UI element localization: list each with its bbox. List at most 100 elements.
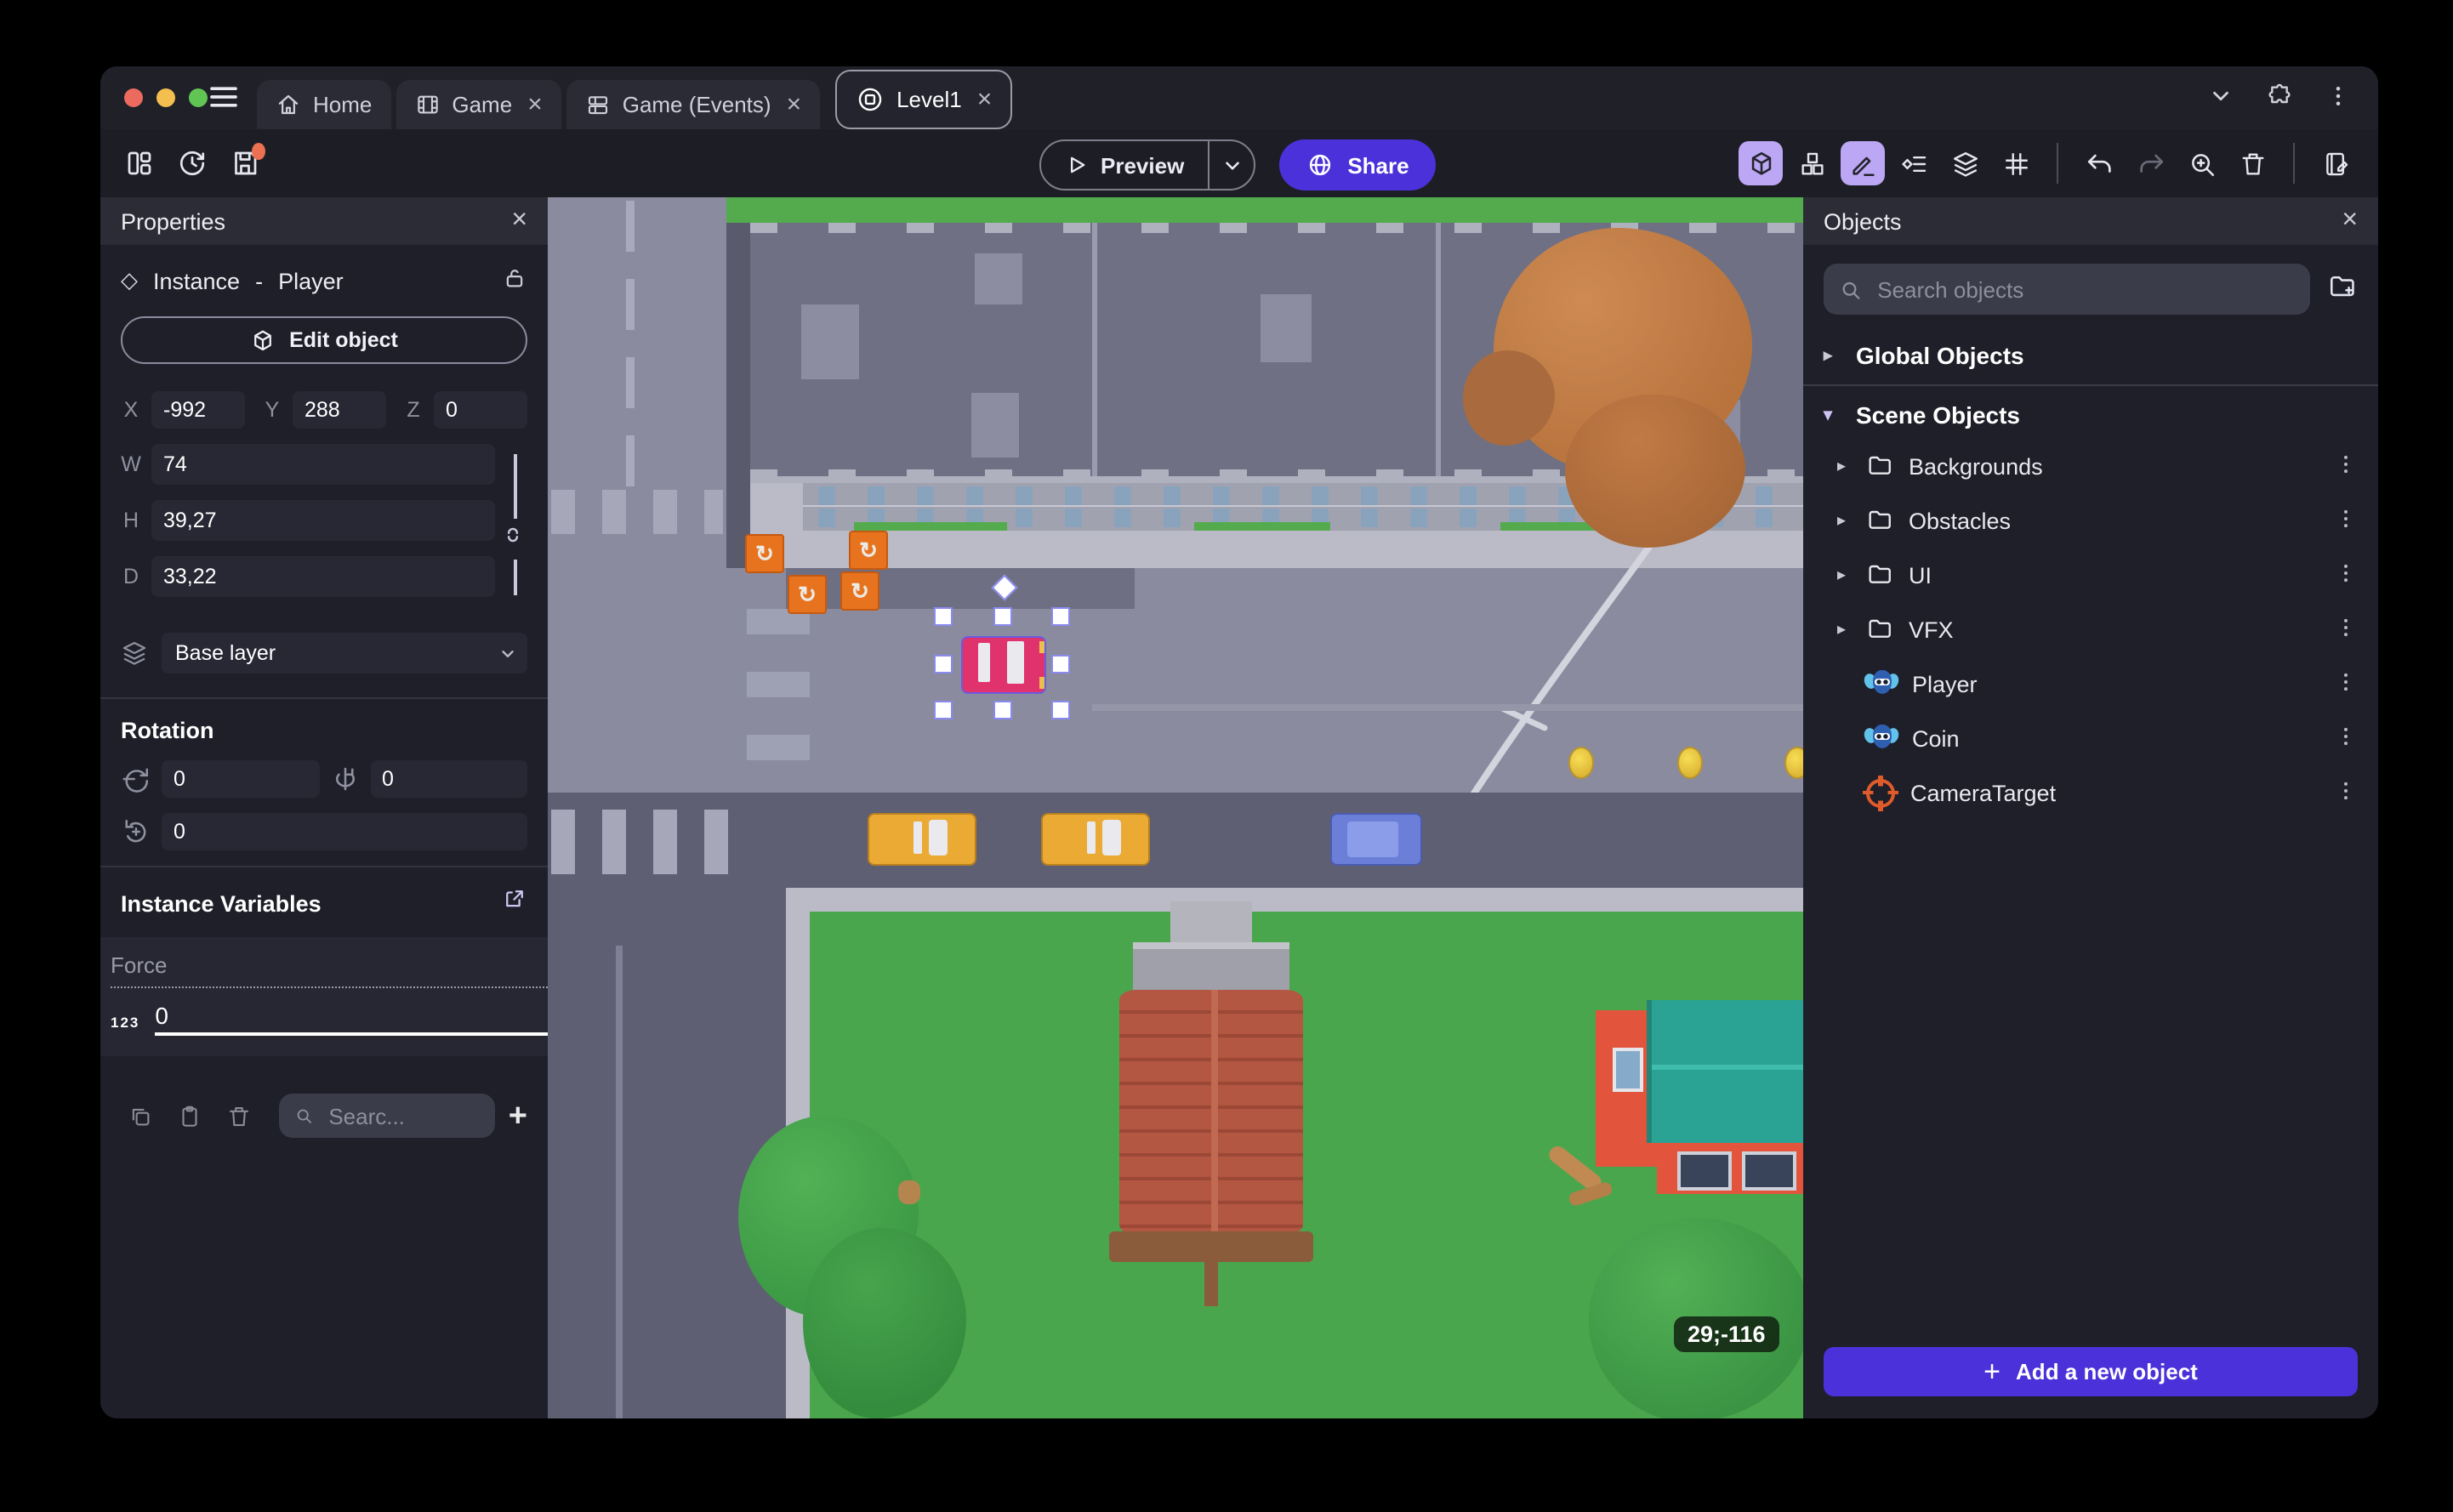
minimize-window-button[interactable] bbox=[157, 88, 175, 107]
menu-icon[interactable] bbox=[209, 85, 238, 117]
chevron-right-icon: ▸ bbox=[1837, 566, 1847, 584]
scene-objects-group[interactable]: ▾ Scene Objects bbox=[1803, 391, 2378, 439]
width-field[interactable] bbox=[151, 444, 495, 485]
zoom-in-icon[interactable] bbox=[2179, 141, 2223, 185]
depth-field[interactable] bbox=[151, 556, 495, 597]
folder-row-ui[interactable]: ▸ UI bbox=[1803, 548, 2378, 602]
x-field[interactable] bbox=[151, 391, 245, 429]
chevron-down-icon[interactable] bbox=[2208, 82, 2234, 108]
scene-canvas[interactable]: ↻ ↻ ↻ ↻ 29;-116 bbox=[548, 197, 1803, 1418]
objects-search-input[interactable] bbox=[1874, 275, 2295, 304]
tab-game-events[interactable]: Game (Events) × bbox=[566, 80, 821, 129]
y-label: Y bbox=[265, 398, 280, 422]
variable-value-field[interactable]: 0 bbox=[155, 1002, 548, 1036]
object-row-coin[interactable]: Coin bbox=[1803, 711, 2378, 765]
zoom-window-button[interactable] bbox=[189, 88, 208, 107]
object-label: Player bbox=[1912, 671, 1978, 696]
kebab-menu-icon[interactable] bbox=[2334, 669, 2358, 698]
folder-row-vfx[interactable]: ▸ VFX bbox=[1803, 602, 2378, 657]
plus-icon: + bbox=[1983, 1355, 2001, 1387]
layer-select[interactable]: Base layer bbox=[162, 633, 527, 674]
extensions-puzzle-icon[interactable] bbox=[2266, 82, 2293, 109]
properties-panel: Properties × ◇ Instance - Player Edit ob… bbox=[100, 197, 568, 1418]
history-icon[interactable] bbox=[170, 141, 214, 185]
object-row-cameratarget[interactable]: CameraTarget bbox=[1803, 765, 2378, 820]
rotation-row-xy bbox=[121, 760, 527, 798]
selection-handle[interactable] bbox=[1051, 701, 1070, 719]
scene-icon bbox=[858, 88, 882, 111]
layers-icon[interactable] bbox=[1943, 141, 1987, 185]
close-tab-icon[interactable]: × bbox=[977, 87, 993, 112]
add-folder-icon[interactable] bbox=[2327, 270, 2358, 309]
3d-view-icon[interactable] bbox=[1739, 141, 1783, 185]
tab-level1-active[interactable]: Level1 × bbox=[835, 70, 1013, 129]
browser-controls bbox=[2208, 82, 2351, 109]
selection-handle[interactable] bbox=[934, 701, 953, 719]
selection-handle[interactable] bbox=[1051, 607, 1070, 626]
objects-title: Objects bbox=[1824, 208, 1902, 234]
folder-row-obstacles[interactable]: ▸ Obstacles bbox=[1803, 493, 2378, 548]
house-roof bbox=[1647, 1000, 1803, 1143]
open-variables-icon[interactable] bbox=[502, 886, 527, 920]
rotation-z-field[interactable] bbox=[162, 813, 527, 850]
folder-row-backgrounds[interactable]: ▸ Backgrounds bbox=[1803, 439, 2378, 493]
notebook-edit-icon[interactable] bbox=[2314, 141, 2358, 185]
variables-search-input[interactable] bbox=[325, 1101, 480, 1130]
instances-list-icon[interactable] bbox=[1892, 141, 1936, 185]
kebab-menu-icon[interactable] bbox=[2325, 82, 2351, 108]
selection-handle[interactable] bbox=[993, 607, 1012, 626]
close-tab-icon[interactable]: × bbox=[527, 92, 543, 117]
kebab-menu-icon[interactable] bbox=[2334, 506, 2358, 535]
z-field[interactable] bbox=[434, 391, 527, 429]
lock-open-icon[interactable] bbox=[502, 265, 527, 296]
kebab-menu-icon[interactable] bbox=[2334, 778, 2358, 807]
share-button[interactable]: Share bbox=[1279, 139, 1437, 190]
depth-row: D bbox=[121, 556, 495, 597]
close-panel-icon[interactable]: × bbox=[2342, 207, 2358, 235]
selection-handle[interactable] bbox=[993, 701, 1012, 719]
kebab-menu-icon[interactable] bbox=[2334, 452, 2358, 480]
trash-icon[interactable] bbox=[2230, 141, 2274, 185]
kebab-menu-icon[interactable] bbox=[2334, 724, 2358, 753]
object-row-player[interactable]: Player bbox=[1803, 657, 2378, 711]
paste-clipboard-icon[interactable] bbox=[170, 1103, 208, 1128]
undo-icon[interactable] bbox=[2077, 141, 2121, 185]
selection-handle[interactable] bbox=[934, 655, 953, 674]
tab-home[interactable]: Home bbox=[257, 80, 391, 129]
preview-button[interactable]: Preview bbox=[1041, 141, 1208, 189]
panels-layout-icon[interactable] bbox=[117, 141, 162, 185]
kebab-menu-icon[interactable] bbox=[2334, 560, 2358, 589]
objects-cubes-icon[interactable] bbox=[1790, 141, 1834, 185]
selection-handle[interactable] bbox=[1051, 655, 1070, 674]
redo-icon[interactable] bbox=[2128, 141, 2172, 185]
global-objects-group[interactable]: ▸ Global Objects bbox=[1803, 332, 2378, 379]
selection-box[interactable] bbox=[934, 574, 1070, 719]
y-field[interactable] bbox=[293, 391, 386, 429]
close-window-button[interactable] bbox=[124, 88, 143, 107]
edit-object-button[interactable]: Edit object bbox=[121, 316, 527, 364]
edit-pencil-icon[interactable] bbox=[1841, 141, 1885, 185]
preview-options-button[interactable] bbox=[1208, 141, 1254, 189]
copy-icon[interactable] bbox=[121, 1103, 158, 1128]
selection-handle[interactable] bbox=[934, 607, 953, 626]
car-bumper bbox=[1039, 641, 1044, 653]
add-variable-button[interactable]: + bbox=[509, 1100, 527, 1132]
car-rear-window bbox=[1007, 641, 1024, 684]
close-panel-icon[interactable]: × bbox=[511, 207, 527, 235]
delete-variable-icon[interactable] bbox=[219, 1103, 257, 1128]
height-field[interactable] bbox=[151, 500, 495, 541]
variable-value-row: 123 0 bbox=[111, 1002, 548, 1036]
tab-game[interactable]: Game × bbox=[396, 80, 561, 129]
grid-icon[interactable] bbox=[1994, 141, 2038, 185]
instance-header-row: ◇ Instance - Player bbox=[121, 265, 527, 296]
close-tab-icon[interactable]: × bbox=[787, 92, 802, 117]
add-new-object-button[interactable]: + Add a new object bbox=[1824, 1347, 2358, 1396]
objects-search bbox=[1824, 264, 2310, 315]
kebab-menu-icon[interactable] bbox=[2334, 615, 2358, 644]
rotation-x-field[interactable] bbox=[162, 760, 319, 798]
selected-player-car[interactable] bbox=[961, 636, 1046, 694]
save-icon[interactable] bbox=[223, 141, 267, 185]
rotation-y-field[interactable] bbox=[370, 760, 527, 798]
proportional-link-control[interactable] bbox=[502, 444, 527, 612]
editor-tabs: Home Game × Game (Events) × Level1 × bbox=[257, 70, 1013, 129]
